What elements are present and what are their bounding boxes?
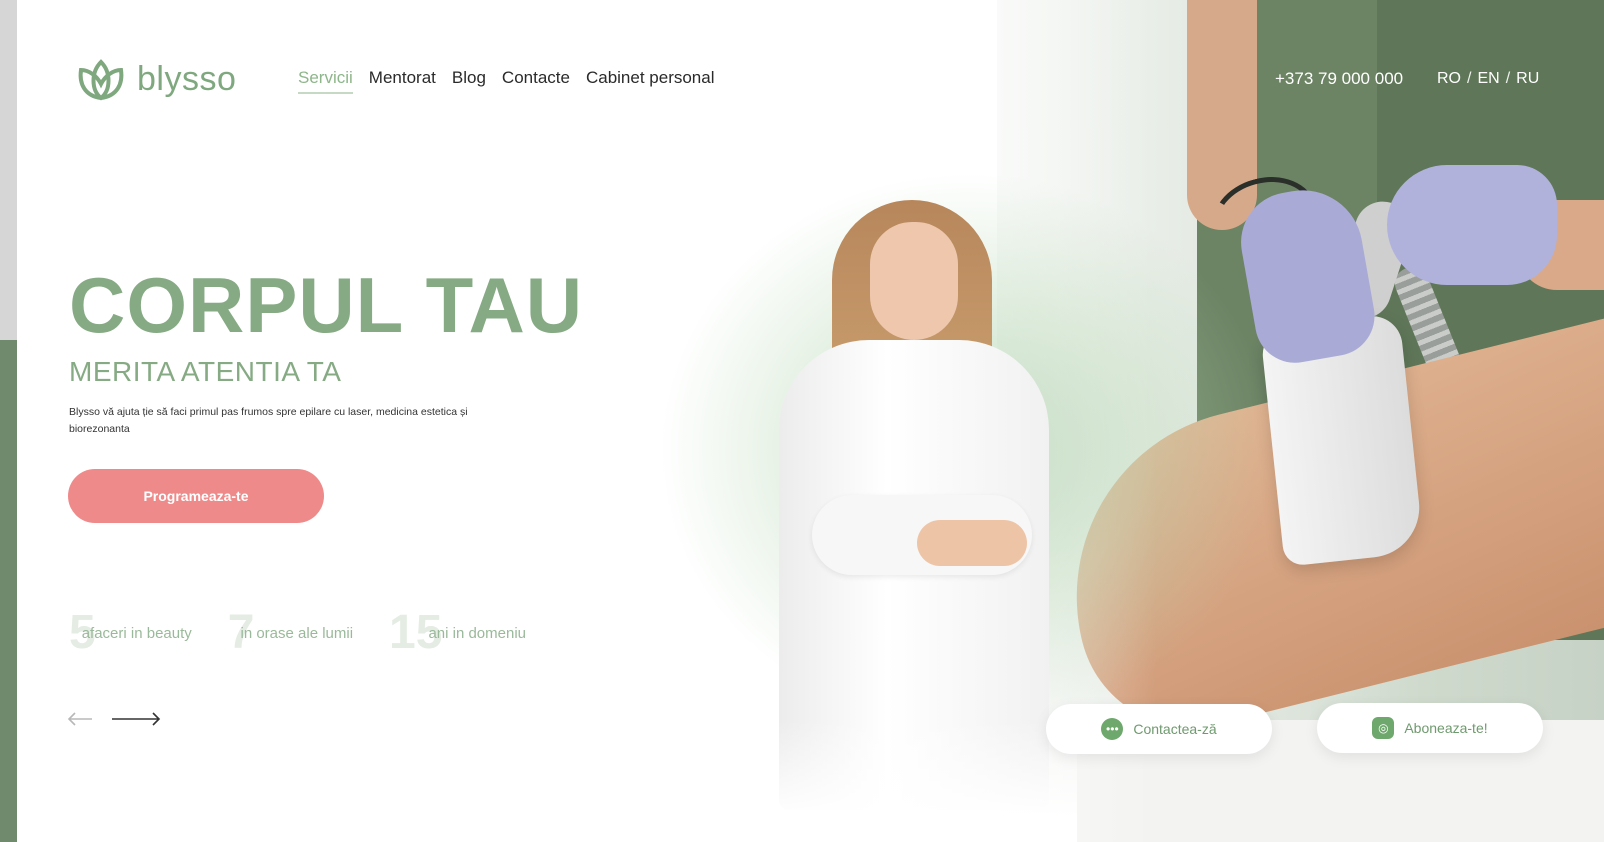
subscribe-button-label: Aboneaza-te! bbox=[1404, 720, 1488, 736]
doctor-face bbox=[870, 222, 958, 340]
contact-button[interactable]: ••• Contactea-ză bbox=[1046, 704, 1272, 754]
arrow-right-icon[interactable] bbox=[111, 712, 161, 726]
book-appointment-button[interactable]: Programeaza-te bbox=[68, 469, 324, 523]
hero-description: Blysso vă ajuta ție să faci primul pas f… bbox=[69, 406, 468, 435]
subscribe-button[interactable]: ◎ Aboneaza-te! bbox=[1317, 703, 1543, 753]
instagram-icon: ◎ bbox=[1372, 717, 1395, 739]
main-nav: Servicii Mentorat Blog Contacte Cabinet … bbox=[298, 68, 715, 94]
lang-en[interactable]: EN bbox=[1477, 70, 1499, 88]
carousel-controls bbox=[67, 712, 161, 726]
lang-separator: / bbox=[1467, 70, 1472, 87]
stats-row: 5 afaceri in beauty 7 in orase ale lumii… bbox=[69, 608, 526, 658]
language-switcher: RO / EN / RU bbox=[1437, 70, 1539, 88]
contact-button-label: Contactea-ză bbox=[1133, 721, 1217, 737]
stat-item: 7 in orase ale lumii bbox=[228, 608, 353, 658]
stat-label: in orase ale lumii bbox=[240, 624, 354, 642]
lang-separator: / bbox=[1505, 70, 1511, 87]
lang-ru[interactable]: RU bbox=[1516, 70, 1539, 88]
nav-item-blog[interactable]: Blog bbox=[452, 68, 486, 94]
chat-icon: ••• bbox=[1101, 718, 1124, 740]
doctor-fade bbox=[757, 720, 1077, 842]
nav-item-contacte[interactable]: Contacte bbox=[502, 68, 570, 94]
hero-title: CORPUL TAU bbox=[69, 261, 584, 349]
phone-number[interactable]: +373 79 000 000 bbox=[1275, 69, 1403, 89]
photo-glove-right bbox=[1387, 165, 1557, 285]
stat-label: ani in domeniu bbox=[428, 624, 527, 642]
doctor-hand bbox=[917, 520, 1027, 566]
stat-item: 15 ani in domeniu bbox=[389, 608, 526, 658]
nav-item-servicii[interactable]: Servicii bbox=[298, 68, 353, 94]
stat-label: afaceri in beauty bbox=[81, 624, 192, 642]
stat-item: 5 afaceri in beauty bbox=[69, 608, 192, 658]
lang-ro[interactable]: RO bbox=[1437, 70, 1461, 88]
brand-logo[interactable]: blysso bbox=[75, 56, 236, 102]
brand-name: blysso bbox=[137, 59, 237, 98]
hero-subtitle: MERITA ATENTIA TA bbox=[69, 356, 342, 387]
nav-item-mentorat[interactable]: Mentorat bbox=[369, 68, 436, 94]
arrow-left-icon[interactable] bbox=[67, 712, 93, 726]
hero-page: blysso Servicii Mentorat Blog Contacte C… bbox=[17, 0, 1604, 842]
nav-item-cabinet-personal[interactable]: Cabinet personal bbox=[586, 68, 715, 94]
left-edge-strip bbox=[0, 0, 17, 340]
lotus-logo-icon bbox=[78, 59, 124, 101]
